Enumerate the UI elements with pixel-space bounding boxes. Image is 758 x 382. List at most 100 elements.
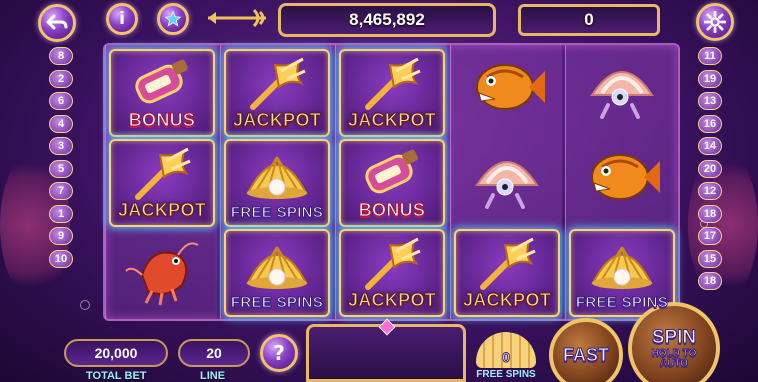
clam-pearl-icon <box>587 237 657 293</box>
trident-icon <box>245 57 309 111</box>
symbol-shell-creature <box>569 49 675 137</box>
free-spins-label: FREE SPINS <box>476 369 536 380</box>
payline-markers-right: 11 19 13 16 14 20 12 18 17 15 18 <box>698 47 724 295</box>
reel-area: BONUS JACKPOT JACKPOT FREE SPINS FREE SPINS J… <box>103 43 680 321</box>
help-button[interactable]: ? <box>260 334 298 372</box>
piranha-icon <box>582 145 662 209</box>
line-field[interactable]: 20 <box>178 339 250 367</box>
back-button[interactable] <box>38 4 76 42</box>
payline-marker: 5 <box>49 159 73 178</box>
total-bet-label: TOTAL BET <box>86 370 147 382</box>
payline-marker: 4 <box>49 114 73 133</box>
star-icon <box>164 10 182 27</box>
trident-ornament-left <box>206 8 270 34</box>
trident-icon <box>360 57 424 111</box>
payline-marker: 13 <box>698 92 722 110</box>
symbol-clam-pearl: FREE SPINS <box>224 139 330 227</box>
reel-1: BONUS JACKPOT <box>105 45 217 319</box>
fast-label: FAST <box>562 344 609 365</box>
payline-marker: 16 <box>698 114 722 133</box>
fast-button[interactable]: FAST <box>549 318 623 382</box>
payline-marker: 12 <box>698 182 722 200</box>
symbol-label: JACKPOT <box>347 110 437 131</box>
spin-hint: HOLD TO AUTO <box>651 347 697 369</box>
free-spins-counter: 0 FREE SPINS <box>474 332 538 382</box>
symbol-label: FREE SPINS <box>230 204 324 222</box>
gem-icon <box>378 318 396 336</box>
payline-marker: 7 <box>49 182 73 200</box>
bottle-icon <box>357 147 427 203</box>
win-value: 0 <box>584 10 594 29</box>
payline-marker: 11 <box>698 47 722 65</box>
payline-marker: 1 <box>49 204 73 223</box>
symbol-trident: JACKPOT <box>224 49 330 137</box>
total-bet-value: 20,000 <box>94 345 138 361</box>
bottle-icon <box>127 57 197 113</box>
symbol-label: FREE SPINS <box>230 294 324 312</box>
back-arrow-icon <box>46 14 68 30</box>
symbol-label: BONUS <box>358 200 426 221</box>
symbol-trident: JACKPOT <box>109 139 215 227</box>
shell-creature-icon <box>582 55 662 119</box>
symbol-trident: JACKPOT <box>339 229 445 317</box>
symbol-clam-pearl: FREE SPINS <box>224 229 330 317</box>
symbol-trident: JACKPOT <box>339 49 445 137</box>
payline-marker: 10 <box>49 249 73 268</box>
payline-marker: 8 <box>49 47 73 65</box>
info-icon: i <box>119 9 125 29</box>
trident-icon <box>130 147 194 201</box>
center-ornament <box>306 318 466 382</box>
spin-label: SPIN <box>651 326 697 348</box>
symbol-label: BONUS <box>128 110 196 131</box>
clam-pearl-icon <box>242 237 312 293</box>
shell-icon: 0 <box>476 332 536 368</box>
payline-marker: 9 <box>49 227 73 245</box>
payline-marker: 2 <box>49 69 73 88</box>
symbol-shell-creature <box>454 139 560 227</box>
total-bet-field[interactable]: 20,000 <box>64 339 168 367</box>
payline-marker: 18 <box>698 272 722 290</box>
payline-markers-left: 8 2 6 4 3 5 7 1 9 10 <box>49 47 75 272</box>
payline-marker: 20 <box>698 159 722 178</box>
shell-creature-icon <box>467 145 547 209</box>
spin-button[interactable]: SPIN HOLD TO AUTO <box>628 302 720 382</box>
symbol-shrimp <box>109 229 215 317</box>
line-value: 20 <box>206 345 222 361</box>
payline-marker: 17 <box>698 227 722 245</box>
clam-pearl-icon <box>242 147 312 203</box>
symbol-trident: JACKPOT <box>454 229 560 317</box>
payline-marker: 6 <box>49 92 73 110</box>
symbol-piranha <box>454 49 560 137</box>
settings-button[interactable] <box>696 3 734 41</box>
bubble-decoration <box>80 300 90 310</box>
symbol-label: FREE SPINS <box>575 294 669 312</box>
payline-marker: 15 <box>698 249 722 268</box>
symbol-label: JACKPOT <box>347 290 437 311</box>
payline-marker: 14 <box>698 137 722 155</box>
payline-marker: 3 <box>49 137 73 155</box>
reel-3: JACKPOT BONUS JACKPOT <box>335 45 447 319</box>
piranha-icon <box>467 55 547 119</box>
win-display: 0 <box>518 4 660 36</box>
shrimp-icon <box>122 235 202 307</box>
balance-value: 8,465,892 <box>349 10 425 29</box>
favorite-button[interactable] <box>157 3 189 35</box>
symbol-label: JACKPOT <box>462 290 552 311</box>
trident-icon <box>475 237 539 291</box>
line-label: LINE <box>200 370 226 382</box>
reel-2: JACKPOT FREE SPINS FREE SPINS <box>220 45 332 319</box>
reel-4: JACKPOT <box>450 45 562 319</box>
symbol-clam-pearl: FREE SPINS <box>569 229 675 317</box>
info-button[interactable]: i <box>106 3 138 35</box>
trident-icon <box>360 237 424 291</box>
balance-display: 8,465,892 <box>278 3 496 37</box>
symbol-label: JACKPOT <box>117 200 207 221</box>
reel-5: FREE SPINS <box>565 45 677 319</box>
symbol-label: JACKPOT <box>232 110 322 131</box>
trident-icon <box>208 8 266 28</box>
free-spins-value: 0 <box>502 349 511 366</box>
help-icon: ? <box>273 341 285 365</box>
payline-marker: 18 <box>698 204 722 223</box>
symbol-bottle: BONUS <box>339 139 445 227</box>
symbol-piranha <box>569 139 675 227</box>
